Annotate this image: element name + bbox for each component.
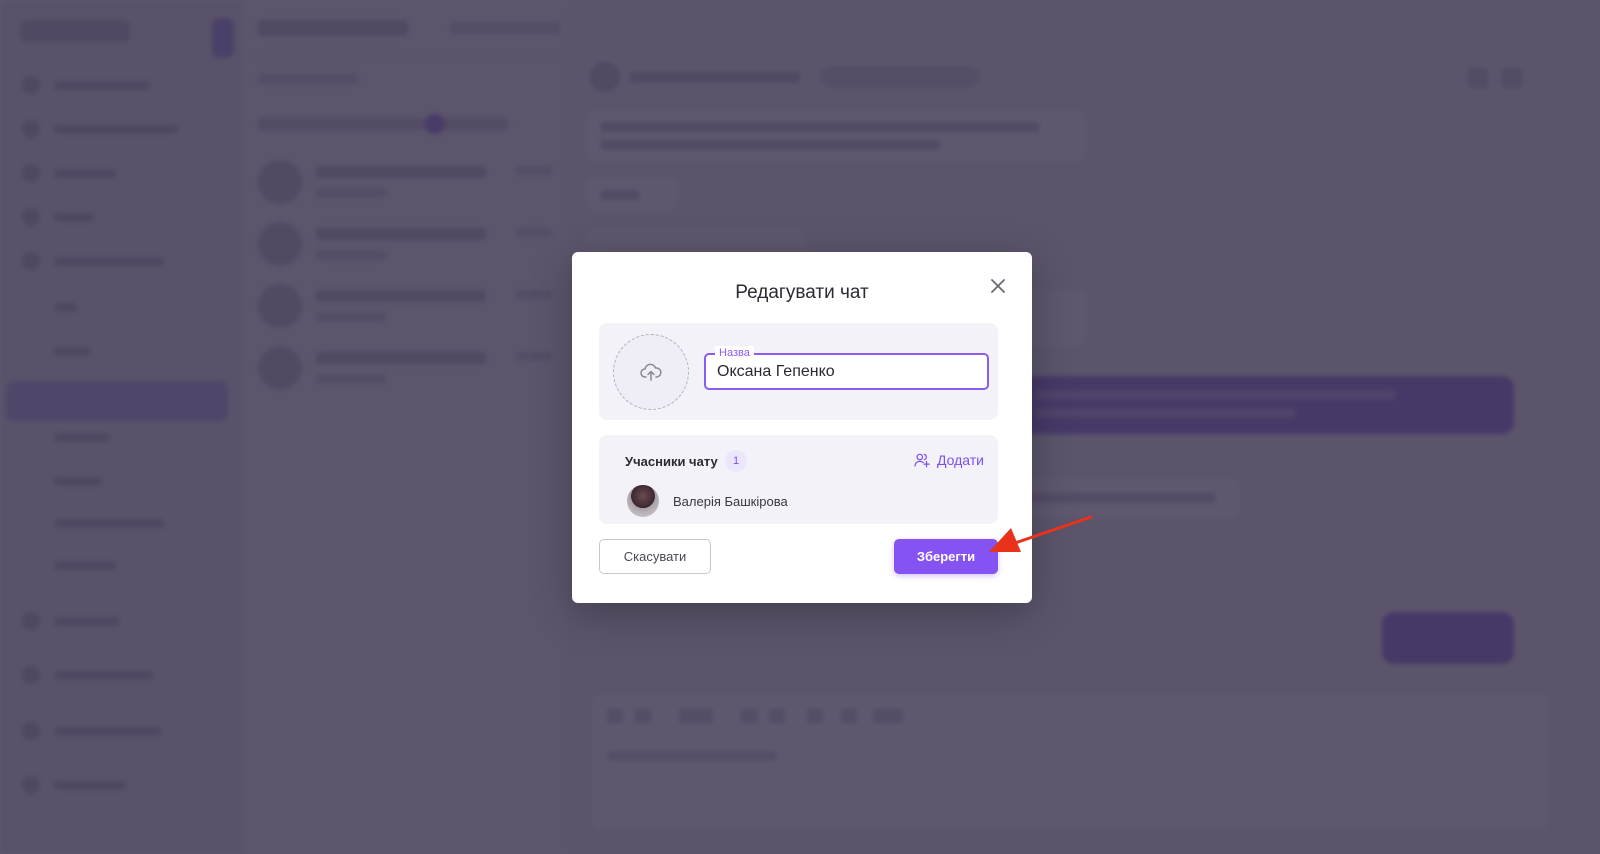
cloud-upload-icon <box>640 363 662 381</box>
close-button[interactable] <box>986 274 1010 298</box>
members-count-badge: 1 <box>725 450 747 472</box>
dialog-title: Редагувати чат <box>735 282 869 303</box>
chat-name-label: Назва <box>715 346 754 360</box>
chat-name-input[interactable] <box>717 361 977 383</box>
cancel-button[interactable]: Скасувати <box>599 539 711 574</box>
annotation-arrow <box>985 512 1095 560</box>
avatar <box>627 485 659 517</box>
add-member-label: Додати <box>937 452 984 468</box>
members-title: Учасники чату <box>625 454 718 469</box>
add-user-icon <box>914 453 930 468</box>
upload-avatar-button[interactable] <box>613 334 689 410</box>
chat-members-section: Учасники чату 1 Додати Валерія Башкірова <box>599 435 998 524</box>
chat-name-section: Назва <box>599 323 998 420</box>
member-item: Валерія Башкірова <box>627 485 788 517</box>
add-member-button[interactable]: Додати <box>913 451 984 469</box>
close-icon <box>991 279 1005 293</box>
member-name: Валерія Башкірова <box>673 493 788 509</box>
save-button[interactable]: Зберегти <box>894 539 998 574</box>
edit-chat-dialog: Редагувати чат Назва Учасники чату 1 <box>572 252 1032 603</box>
chat-name-field: Назва <box>704 346 989 390</box>
red-arrow-icon <box>989 515 1093 552</box>
